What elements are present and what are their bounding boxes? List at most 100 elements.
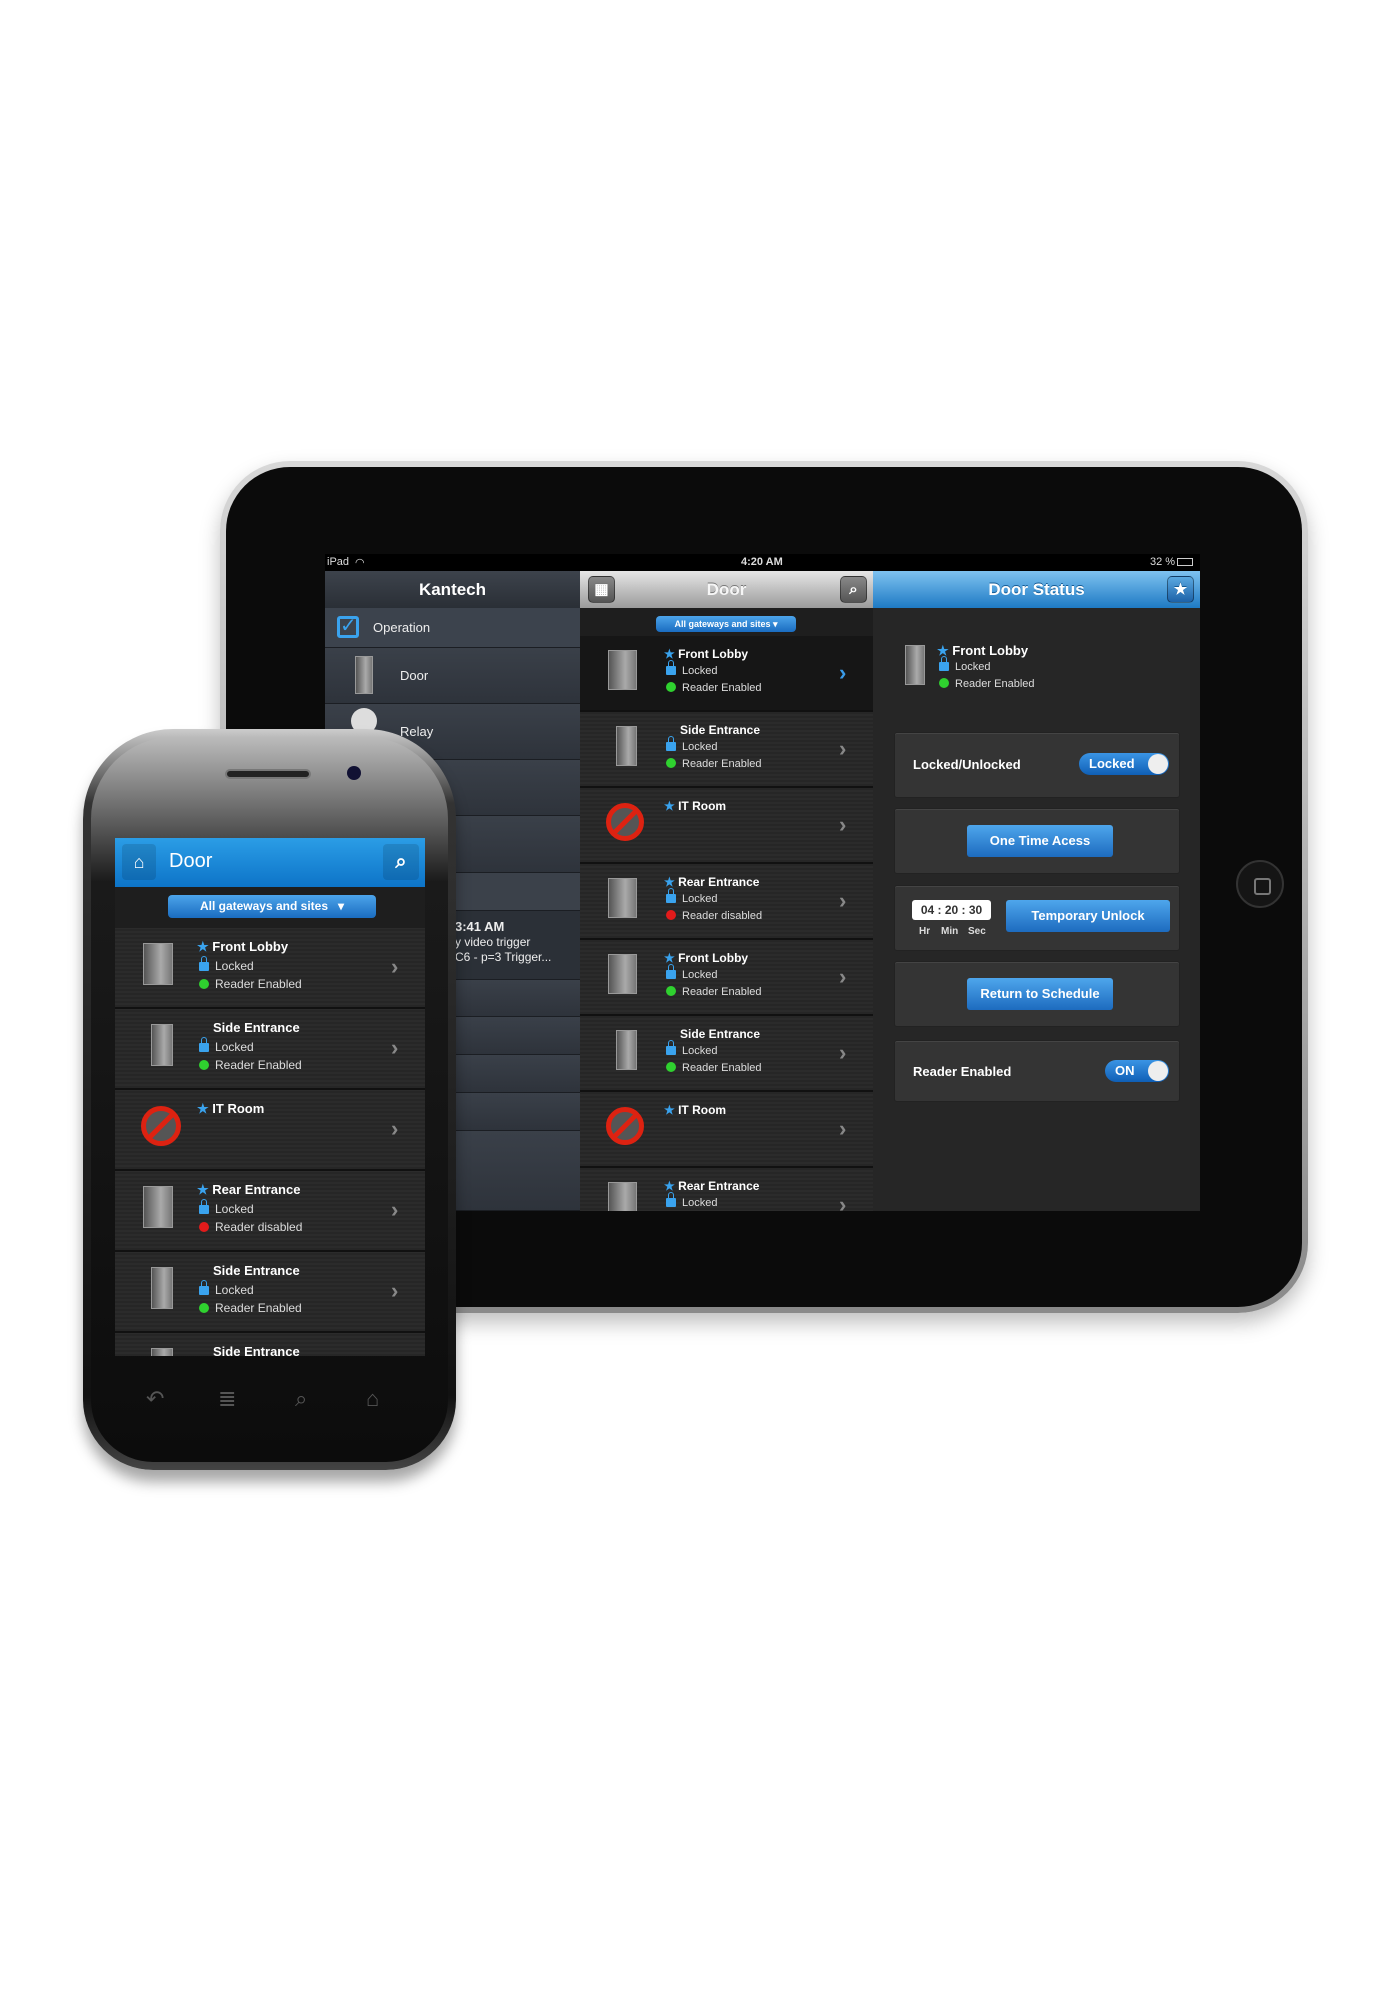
list-item[interactable]: ★ Front Lobby Locked Reader Enabled › xyxy=(580,636,873,712)
lock-icon xyxy=(199,1279,209,1295)
one-time-access-button[interactable]: One Time Acess xyxy=(967,825,1113,857)
schedule-card: Return to Schedule xyxy=(894,961,1180,1027)
list-item[interactable]: ★ Rear Entrance Locked Reader disabled › xyxy=(580,864,873,940)
door-name: Side Entrance xyxy=(680,1027,760,1041)
door-name-text: Rear Entrance xyxy=(678,1178,760,1193)
menu-icon[interactable]: ≣ xyxy=(218,1386,236,1412)
ipad-screen: iPad ◠ 4:20 AM 32 % Kantech ✓ Operation … xyxy=(325,554,1200,1211)
list-item[interactable]: ★ Rear Entrance Locked › xyxy=(580,1168,873,1211)
favorite-star-icon[interactable]: ★ xyxy=(1167,576,1194,603)
sidebar-item-operation[interactable]: ✓ Operation xyxy=(325,608,580,648)
list-item[interactable]: Side Entrance Locked Reader Enabled › xyxy=(115,1252,425,1333)
reader-status: Reader Enabled xyxy=(939,678,1035,690)
star-icon: ★ xyxy=(664,1178,679,1193)
status-dot-icon xyxy=(666,681,676,692)
home-icon[interactable]: ⌂ xyxy=(122,844,156,880)
gateway-filter-dropdown[interactable]: All gateways and sites ▾ xyxy=(656,616,796,632)
list-item[interactable]: Side Entrance› xyxy=(115,1333,425,1356)
list-item[interactable]: Side Entrance Locked Reader Enabled › xyxy=(115,1009,425,1090)
chevron-right-icon[interactable]: › xyxy=(839,660,846,686)
lock-status-text: Locked xyxy=(215,1282,254,1297)
lock-status-text: Locked xyxy=(215,1039,254,1054)
list-item[interactable]: Side Entrance Locked Reader Enabled › xyxy=(580,1016,873,1092)
battery-label: 32 % xyxy=(1150,556,1176,568)
timer-input[interactable]: 04 : 20 : 30 xyxy=(912,900,991,920)
star-icon: ★ xyxy=(664,646,679,661)
chevron-right-icon[interactable]: › xyxy=(391,954,398,980)
door-name-text: Front Lobby xyxy=(952,643,1029,658)
open-door-icon xyxy=(143,942,173,985)
open-door-icon xyxy=(608,1181,637,1211)
temporary-unlock-button[interactable]: Temporary Unlock xyxy=(1006,900,1170,932)
reader-status-text: Reader Enabled xyxy=(215,1057,302,1072)
list-item[interactable]: ★ IT Room › xyxy=(580,1092,873,1168)
locked-toggle[interactable]: Locked xyxy=(1079,753,1169,775)
home-icon[interactable]: ⌂ xyxy=(366,1386,379,1412)
door-name-text: Front Lobby xyxy=(212,939,289,955)
door-name: Side Entrance xyxy=(213,1263,300,1278)
phone-title: Door xyxy=(169,850,213,872)
list-item[interactable]: ★ Front Lobby Locked Reader Enabled › xyxy=(580,940,873,1016)
lock-card: Locked/Unlocked Locked xyxy=(894,732,1180,798)
lock-status-text: Locked xyxy=(215,1201,254,1216)
reader-status: Reader Enabled xyxy=(199,977,302,991)
door-name: ★ Rear Entrance xyxy=(197,1182,300,1198)
sidebar-item-label: Door xyxy=(400,668,429,683)
panel-title-text: Door Status xyxy=(988,580,1085,599)
clock: 4:20 AM xyxy=(741,556,783,568)
ipad-home-button[interactable] xyxy=(1236,860,1284,908)
one-time-card: One Time Acess xyxy=(894,808,1180,874)
minute-label: Min xyxy=(941,926,959,937)
list-item[interactable]: ★ IT Room › xyxy=(580,788,873,864)
chevron-right-icon[interactable]: › xyxy=(391,1197,398,1223)
star-icon: ★ xyxy=(197,939,213,955)
door-name: ★ Rear Entrance xyxy=(664,1179,759,1193)
reader-status: Reader disabled xyxy=(666,909,762,922)
open-door-icon xyxy=(608,877,637,918)
door-name-text: Rear Entrance xyxy=(212,1182,301,1198)
star-icon: ★ xyxy=(197,1101,213,1117)
open-door-icon xyxy=(608,649,637,690)
reader-enabled-toggle[interactable]: ON xyxy=(1105,1060,1169,1082)
chevron-right-icon[interactable]: › xyxy=(391,1116,398,1142)
reader-status: Reader Enabled xyxy=(666,985,762,998)
reader-status-text: Reader Enabled xyxy=(682,681,762,694)
reader-status-text: Reader disabled xyxy=(215,1219,303,1234)
search-icon[interactable]: ⌕ xyxy=(295,1386,307,1412)
chevron-right-icon[interactable]: › xyxy=(391,1035,398,1061)
chevron-right-icon[interactable]: › xyxy=(839,736,846,762)
status-dot-icon xyxy=(199,1221,209,1232)
search-icon[interactable]: ⌕ xyxy=(840,576,867,603)
list-item[interactable]: ★ Rear Entrance Locked Reader disabled › xyxy=(115,1171,425,1252)
lock-status: Locked xyxy=(666,963,717,981)
chevron-right-icon[interactable]: › xyxy=(839,812,846,838)
device-label: iPad xyxy=(327,556,350,568)
chevron-right-icon[interactable]: › xyxy=(391,1278,398,1304)
door-icon xyxy=(616,725,637,766)
list-item[interactable]: Side Entrance Locked Reader Enabled › xyxy=(580,712,873,788)
status-dot-icon xyxy=(939,678,949,688)
lock-status: Locked xyxy=(199,1198,254,1216)
offline-icon xyxy=(606,1107,644,1146)
lock-status-text: Locked xyxy=(682,1044,718,1057)
status-dot-icon xyxy=(666,985,676,996)
list-item[interactable]: ★ IT Room › xyxy=(115,1090,425,1171)
search-icon[interactable]: ⌕ xyxy=(383,844,419,880)
chevron-right-icon[interactable]: › xyxy=(839,1192,846,1211)
panel-title-text: Door xyxy=(706,580,747,599)
chevron-right-icon[interactable]: › xyxy=(839,888,846,914)
grid-icon[interactable]: ▦ xyxy=(588,576,615,603)
chevron-right-icon[interactable]: › xyxy=(839,1116,846,1142)
list-item[interactable]: ★ Front Lobby Locked Reader Enabled › xyxy=(115,928,425,1009)
chevron-right-icon[interactable]: › xyxy=(839,964,846,990)
sidebar-item-door[interactable]: Door xyxy=(325,648,580,704)
back-icon[interactable]: ↶ xyxy=(146,1386,164,1412)
status-dot-icon xyxy=(199,978,209,989)
temporary-unlock-card: 04 : 20 : 30 Hr Min Sec Temporary Unlock xyxy=(894,885,1180,951)
reader-status: Reader Enabled xyxy=(666,1061,762,1074)
return-to-schedule-button[interactable]: Return to Schedule xyxy=(967,978,1113,1010)
lock-icon xyxy=(666,659,676,675)
chevron-right-icon[interactable]: › xyxy=(839,1040,846,1066)
status-dot-icon xyxy=(666,909,676,920)
gateway-filter-dropdown[interactable]: All gateways and sites ▾ xyxy=(168,895,376,918)
